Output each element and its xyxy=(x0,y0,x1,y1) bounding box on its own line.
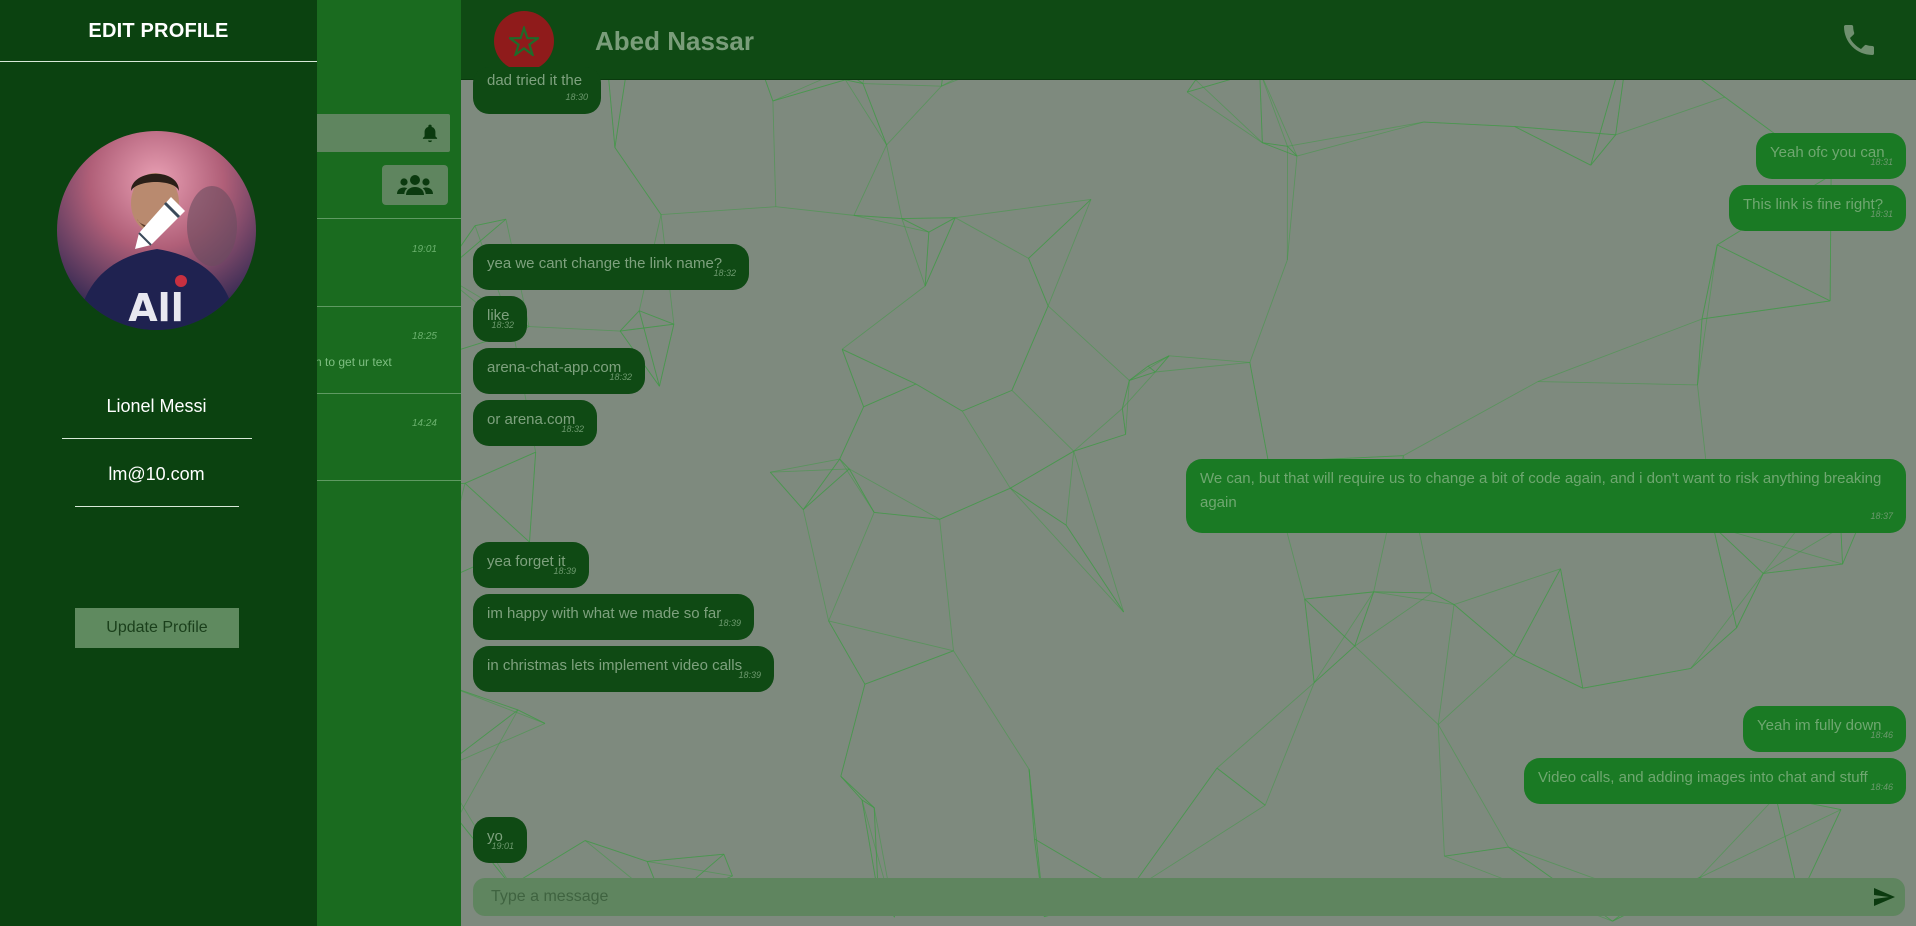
message-outgoing: We can, but that will require us to chan… xyxy=(1186,459,1906,533)
update-profile-button[interactable]: Update Profile xyxy=(75,608,239,648)
profile-name[interactable]: Lionel Messi xyxy=(0,396,313,417)
message-time: 18:39 xyxy=(718,618,741,628)
message-time: 18:32 xyxy=(561,424,584,434)
message-list: dad tried it the 18:30 Yeah ofc you can 18… xyxy=(461,67,1916,874)
edit-profile-panel: EDIT PROFILE All Lionel Messi lm@10.com … xyxy=(0,0,317,926)
message-time: 18:32 xyxy=(609,372,632,382)
contact-name: Abed Nassar xyxy=(595,26,754,56)
message-outgoing: Yeah im fully down 18:46 xyxy=(1743,706,1906,752)
message-time: 18:31 xyxy=(1870,209,1893,219)
bell-icon[interactable] xyxy=(420,123,440,143)
message-time: 18:46 xyxy=(1870,782,1893,792)
message-time: 18:39 xyxy=(553,566,576,576)
title-divider xyxy=(0,61,317,62)
message-text: We can, but that will require us to chan… xyxy=(1200,470,1882,511)
message-incoming: im happy with what we made so far 18:39 xyxy=(473,594,754,640)
message-incoming: yea forget it 18:39 xyxy=(473,542,589,588)
message-composer xyxy=(473,878,1905,916)
message-time: 18:46 xyxy=(1870,730,1893,740)
message-text: Yeah ofc you can xyxy=(1770,144,1885,161)
message-incoming: arena-chat-app.com 18:32 xyxy=(473,348,645,394)
message-text: Video calls, and adding images into chat… xyxy=(1538,769,1868,786)
chat-time: 14:24 xyxy=(411,418,437,429)
edit-pencil-icon xyxy=(135,197,185,249)
contact-avatar[interactable] xyxy=(494,11,554,71)
message-incoming: yea we cant change the link name? 18:32 xyxy=(473,244,749,290)
profile-email[interactable]: lm@10.com xyxy=(0,464,313,485)
message-time: 18:39 xyxy=(738,670,761,680)
message-outgoing: Yeah ofc you can 18:31 xyxy=(1756,133,1906,179)
message-outgoing: This link is fine right? 18:31 xyxy=(1729,185,1906,231)
svg-text:All: All xyxy=(128,286,183,330)
chat-time: 19:01 xyxy=(411,244,437,255)
sidebar-divider xyxy=(300,480,461,481)
chat-list-item[interactable]: 18:25 n to get ur text xyxy=(300,307,461,393)
message-incoming: yo 19:01 xyxy=(473,817,527,863)
phone-icon xyxy=(1844,25,1874,55)
chat-time: 18:25 xyxy=(411,331,437,342)
star-flag-icon xyxy=(509,26,539,56)
message-time: 19:01 xyxy=(491,841,514,851)
users-group-icon xyxy=(397,175,433,195)
message-time: 18:31 xyxy=(1870,157,1893,167)
message-text: im happy with what we made so far xyxy=(487,605,722,622)
call-button[interactable] xyxy=(1839,20,1879,60)
message-incoming: or arena.com 18:32 xyxy=(473,400,597,446)
profile-avatar[interactable]: All xyxy=(57,131,256,330)
message-incoming: dad tried it the 18:30 xyxy=(473,67,601,114)
message-text: Yeah im fully down xyxy=(1757,717,1882,734)
chat-list-item[interactable]: 19:01 xyxy=(300,220,461,306)
message-time: 18:37 xyxy=(1870,511,1893,521)
message-text: in christmas lets implement video calls xyxy=(487,657,743,674)
message-text: yea we cant change the link name? xyxy=(487,255,723,272)
message-time: 18:30 xyxy=(565,92,588,102)
message-incoming: in christmas lets implement video calls 1… xyxy=(473,646,774,692)
notification-bar[interactable] xyxy=(300,114,450,152)
sidebar-divider xyxy=(300,218,461,219)
message-input[interactable] xyxy=(473,878,1843,916)
chat-list-item[interactable]: 14:24 xyxy=(300,394,461,480)
message-text: This link is fine right? xyxy=(1743,196,1884,213)
message-time: 18:32 xyxy=(713,268,736,278)
name-underline xyxy=(62,438,252,439)
message-time: 18:32 xyxy=(491,320,514,330)
chat-preview: n to get ur text xyxy=(315,355,392,369)
message-incoming: like 18:32 xyxy=(473,296,527,342)
email-underline xyxy=(75,506,239,507)
chat-header: Abed Nassar xyxy=(461,0,1916,80)
groups-button[interactable] xyxy=(382,165,448,205)
send-icon[interactable] xyxy=(1871,885,1897,909)
message-text: arena-chat-app.com xyxy=(487,359,622,376)
panel-title: EDIT PROFILE xyxy=(88,20,229,42)
message-outgoing: Video calls, and adding images into chat… xyxy=(1524,758,1906,804)
